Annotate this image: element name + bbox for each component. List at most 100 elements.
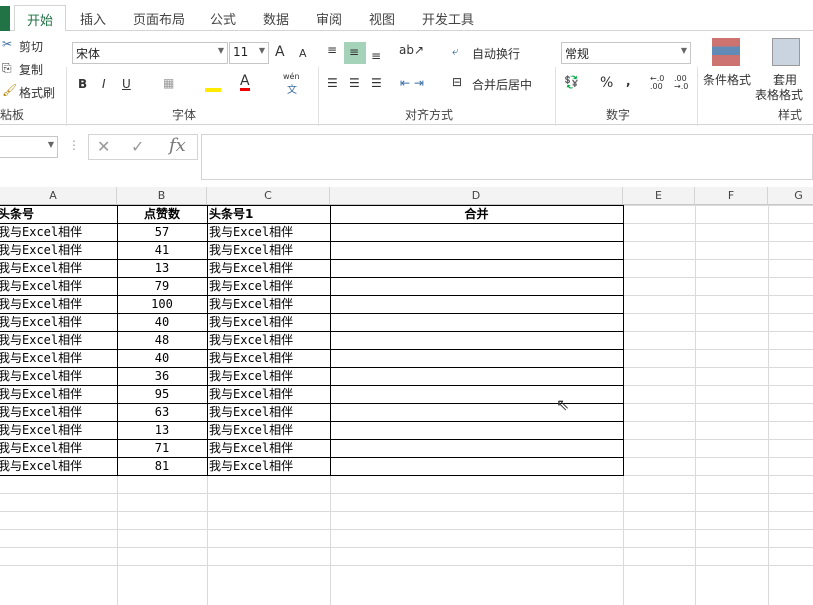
cell-a[interactable]: 我与Excel相伴 <box>0 313 116 331</box>
cancel-icon[interactable]: ✕ <box>97 137 110 156</box>
tab-page-layout[interactable]: 页面布局 <box>133 9 185 28</box>
number-format-select[interactable]: 常规 ▼ <box>561 42 691 64</box>
align-middle-icon[interactable]: ≡ <box>349 45 359 59</box>
header-cell-b[interactable]: 点赞数 <box>117 205 207 223</box>
header-cell-d[interactable]: 合并 <box>330 205 623 223</box>
cell-a[interactable]: 我与Excel相伴 <box>0 421 116 439</box>
cell-c[interactable]: 我与Excel相伴 <box>209 457 329 475</box>
percent-button[interactable]: % <box>600 75 613 91</box>
cell-c[interactable]: 我与Excel相伴 <box>209 439 329 457</box>
formula-input[interactable] <box>201 134 813 180</box>
shrink-font-button[interactable]: A <box>299 47 307 60</box>
cell-c[interactable]: 我与Excel相伴 <box>209 241 329 259</box>
cell-b[interactable]: 41 <box>117 241 207 259</box>
cell-c[interactable]: 我与Excel相伴 <box>209 277 329 295</box>
tab-home[interactable]: 开始 <box>14 5 67 32</box>
tab-formulas[interactable]: 公式 <box>210 9 236 28</box>
align-top-icon[interactable]: ≡ <box>327 43 337 57</box>
header-cell-c[interactable]: 头条号1 <box>209 205 329 223</box>
cell-c[interactable]: 我与Excel相伴 <box>209 421 329 439</box>
wrap-text-button[interactable]: 自动换行 <box>472 45 520 62</box>
column-header-C[interactable]: C <box>207 187 330 205</box>
decrease-decimal-button[interactable]: .00 →.0 <box>674 75 690 91</box>
cell-b[interactable]: 36 <box>117 367 207 385</box>
conditional-format-button[interactable]: 条件格式 <box>703 71 751 88</box>
cell-b[interactable]: 40 <box>117 349 207 367</box>
column-header-A[interactable]: A <box>0 187 117 205</box>
underline-button[interactable]: U <box>122 77 131 91</box>
fill-color-button[interactable] <box>205 76 221 92</box>
cell-a[interactable]: 我与Excel相伴 <box>0 367 116 385</box>
cell-a[interactable]: 我与Excel相伴 <box>0 439 116 457</box>
cell-b[interactable]: 63 <box>117 403 207 421</box>
merge-center-button[interactable]: 合并后居中 <box>472 76 532 93</box>
indent-icons[interactable]: ⇤ ⇥ <box>400 76 424 90</box>
tab-insert[interactable]: 插入 <box>80 9 106 28</box>
cell-c[interactable]: 我与Excel相伴 <box>209 313 329 331</box>
cell-c[interactable]: 我与Excel相伴 <box>209 385 329 403</box>
tab-data[interactable]: 数据 <box>263 9 289 28</box>
cell-a[interactable]: 我与Excel相伴 <box>0 403 116 421</box>
cell-b[interactable]: 71 <box>117 439 207 457</box>
cell-c[interactable]: 我与Excel相伴 <box>209 223 329 241</box>
cell-a[interactable]: 我与Excel相伴 <box>0 385 116 403</box>
tab-review[interactable]: 审阅 <box>316 9 342 28</box>
cell-b[interactable]: 48 <box>117 331 207 349</box>
cut-button[interactable]: 剪切 <box>19 38 43 55</box>
cell-a[interactable]: 我与Excel相伴 <box>0 223 116 241</box>
currency-icon[interactable]: 💱 <box>564 75 579 89</box>
insert-function-icon[interactable]: fx <box>169 135 186 156</box>
orientation-icon[interactable]: ab↗ <box>399 43 424 57</box>
group-number: 数字 <box>606 108 631 122</box>
border-icon[interactable]: ▦ <box>163 76 174 90</box>
tab-developer[interactable]: 开发工具 <box>422 9 474 28</box>
cell-c[interactable]: 我与Excel相伴 <box>209 259 329 277</box>
column-header-G[interactable]: G <box>768 187 813 205</box>
align-left-icon[interactable]: ☰ <box>327 76 338 90</box>
cell-b[interactable]: 81 <box>117 457 207 475</box>
cell-c[interactable]: 我与Excel相伴 <box>209 331 329 349</box>
cell-a[interactable]: 我与Excel相伴 <box>0 457 116 475</box>
increase-decimal-button[interactable]: ←.0 .00 <box>650 75 666 91</box>
cell-a[interactable]: 我与Excel相伴 <box>0 241 116 259</box>
cell-a[interactable]: 我与Excel相伴 <box>0 295 116 313</box>
cell-c[interactable]: 我与Excel相伴 <box>209 295 329 313</box>
align-right-icon[interactable]: ☰ <box>371 76 382 90</box>
bold-button[interactable]: B <box>78 77 87 91</box>
column-header-B[interactable]: B <box>117 187 207 205</box>
align-bottom-icon[interactable]: ≡ <box>371 49 381 63</box>
column-header-F[interactable]: F <box>695 187 768 205</box>
cell-b[interactable]: 40 <box>117 313 207 331</box>
tab-view[interactable]: 视图 <box>369 9 395 28</box>
table-format-button[interactable]: 表格格式 <box>755 86 803 103</box>
column-header-E[interactable]: E <box>623 187 695 205</box>
cell-a[interactable]: 我与Excel相伴 <box>0 349 116 367</box>
cell-a[interactable]: 我与Excel相伴 <box>0 259 116 277</box>
comma-button[interactable]: , <box>626 74 631 88</box>
cell-c[interactable]: 我与Excel相伴 <box>209 349 329 367</box>
file-tab[interactable] <box>0 6 10 31</box>
cell-b[interactable]: 95 <box>117 385 207 403</box>
phonetic-button[interactable]: wén <box>283 72 300 81</box>
cell-a[interactable]: 我与Excel相伴 <box>0 277 116 295</box>
cell-b[interactable]: 57 <box>117 223 207 241</box>
font-size-select[interactable]: 11 ▼ <box>229 42 269 64</box>
cell-b[interactable]: 13 <box>117 421 207 439</box>
cell-c[interactable]: 我与Excel相伴 <box>209 367 329 385</box>
copy-button[interactable]: 复制 <box>19 61 43 78</box>
name-box[interactable]: ▼ <box>0 136 58 158</box>
cell-b[interactable]: 79 <box>117 277 207 295</box>
cell-c[interactable]: 我与Excel相伴 <box>209 403 329 421</box>
font-color-button[interactable]: A <box>240 74 250 91</box>
format-painter-button[interactable]: 格式刷 <box>19 84 55 101</box>
enter-icon[interactable]: ✓ <box>131 137 144 156</box>
header-cell-a[interactable]: 头条号 <box>0 205 115 223</box>
grow-font-button[interactable]: A <box>275 44 285 60</box>
italic-button[interactable]: I <box>102 77 106 91</box>
cell-a[interactable]: 我与Excel相伴 <box>0 331 116 349</box>
align-center-icon[interactable]: ☰ <box>349 76 360 90</box>
column-header-D[interactable]: D <box>330 187 623 205</box>
cell-b[interactable]: 13 <box>117 259 207 277</box>
cell-b[interactable]: 100 <box>117 295 207 313</box>
font-name-select[interactable]: 宋体 ▼ <box>72 42 228 64</box>
